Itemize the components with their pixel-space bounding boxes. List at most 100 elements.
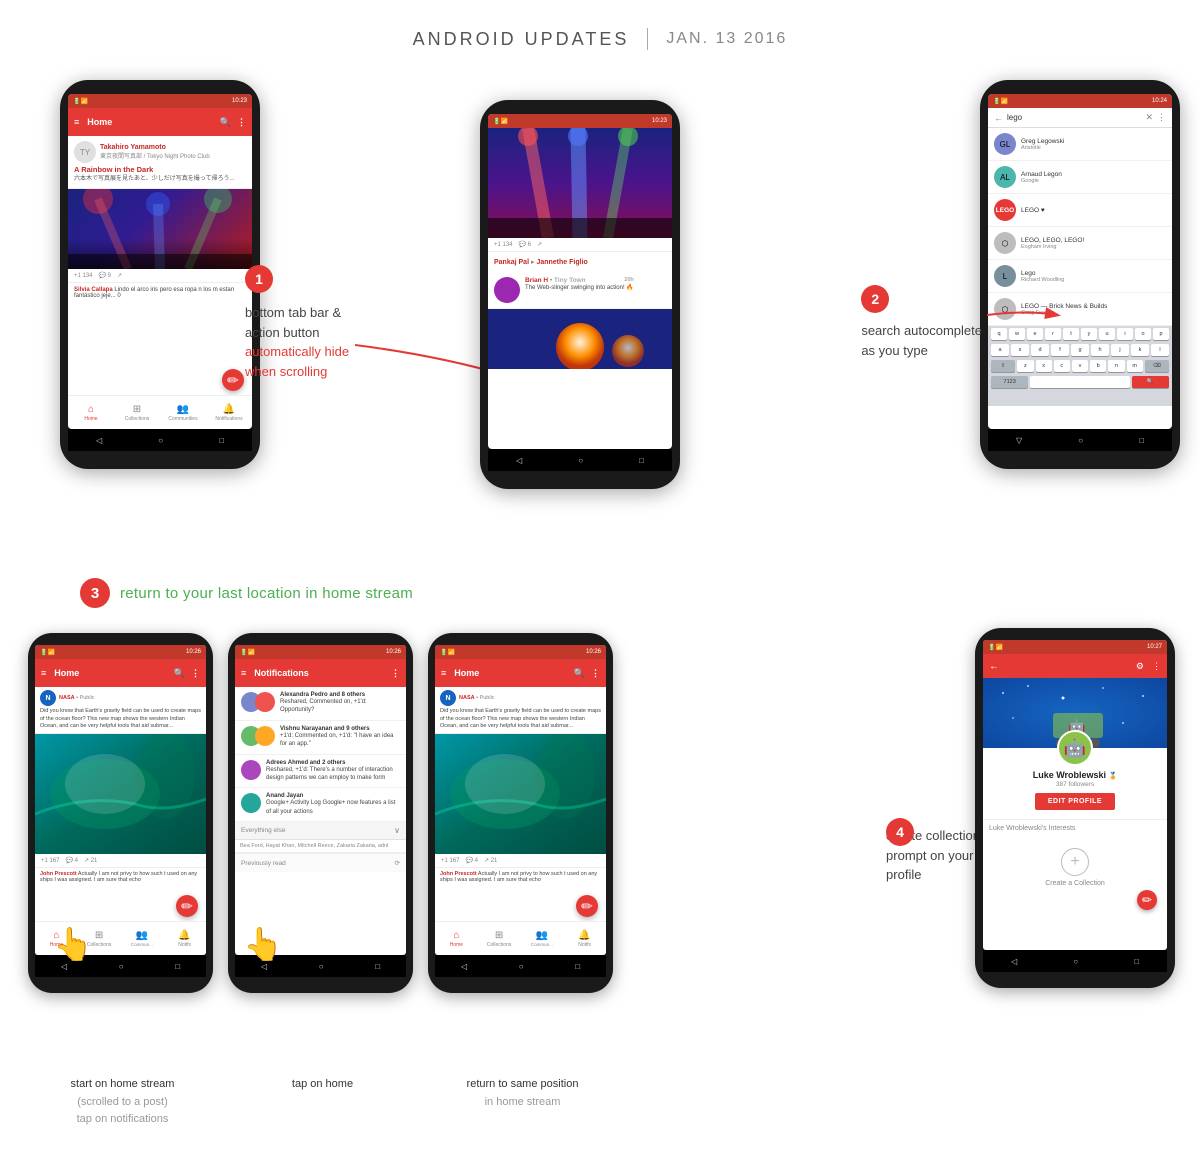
p4-back[interactable]: ◁ (61, 962, 67, 971)
p2-back[interactable]: ◁ (516, 456, 522, 465)
result-name-2: LEGO ♥ (1021, 207, 1045, 214)
search-icon[interactable]: 🔍 (220, 117, 231, 128)
home-button[interactable]: ○ (158, 436, 163, 445)
kb-key-c[interactable]: c (1054, 360, 1070, 372)
p6-recents[interactable]: □ (575, 962, 580, 971)
search-result-2[interactable]: LEGO LEGO ♥ (988, 194, 1172, 227)
p6-search-icon[interactable]: 🔍 (574, 668, 585, 679)
p4-tab-communities[interactable]: 👥 Commun... (121, 930, 164, 947)
profile-back-icon[interactable]: ← (989, 661, 999, 672)
profile-recents-btn[interactable]: □ (1134, 957, 1139, 966)
p2-share-icon[interactable]: ↗ (537, 241, 542, 248)
tab-notifications[interactable]: 🔔 Notifications (206, 404, 252, 422)
search-back-icon[interactable]: ← (994, 113, 1003, 123)
search-query[interactable]: lego (1007, 113, 1141, 122)
p5-home[interactable]: ○ (319, 962, 324, 971)
tab-communities[interactable]: 👥 Communities (160, 404, 206, 422)
back-button[interactable]: ◁ (96, 436, 102, 445)
profile-home-btn[interactable]: ○ (1073, 957, 1078, 966)
annotation-1-line2: action button (245, 323, 349, 343)
p6-more-icon[interactable]: ⋮ (591, 668, 600, 679)
search-result-0[interactable]: GL Greg Legowski Aristotle (988, 128, 1172, 161)
kb-key-p[interactable]: p (1153, 328, 1169, 340)
kb-key-a[interactable]: a (991, 344, 1009, 356)
p2-recents[interactable]: □ (639, 456, 644, 465)
kb-key-z[interactable]: z (1017, 360, 1033, 372)
profile-back-btn[interactable]: ◁ (1011, 957, 1017, 966)
kb-key-y[interactable]: y (1081, 328, 1097, 340)
result-name-0: Greg Legowski (1021, 138, 1064, 145)
kb-key-l[interactable]: l (1151, 344, 1169, 356)
kb-key-i[interactable]: i (1117, 328, 1133, 340)
search-more-icon[interactable]: ⋮ (1157, 112, 1166, 123)
kb-key-s[interactable]: s (1011, 344, 1029, 356)
p4-comment: John Prescott Actually I am not privy to… (35, 868, 206, 886)
kb-space[interactable] (1030, 376, 1129, 388)
create-collection[interactable]: + Create a Collection (989, 838, 1161, 897)
kb-key-j[interactable]: j (1111, 344, 1129, 356)
p4-recents[interactable]: □ (175, 962, 180, 971)
result-info-1: Arnaud Legon Google (1021, 171, 1062, 184)
profile-settings-icon[interactable]: ⚙ (1136, 661, 1144, 672)
p5-back[interactable]: ◁ (261, 962, 267, 971)
kb-search-button[interactable]: 🔍 (1132, 376, 1169, 388)
p6-fab[interactable]: ✏ (576, 895, 598, 917)
p4-tab-home[interactable]: ⌂ Home (35, 930, 78, 948)
tab-collections[interactable]: ⊞ Collections (114, 404, 160, 422)
user-name: Takahiro Yamamoto (100, 144, 210, 151)
header-date: JAN. 13 2016 (666, 30, 787, 48)
profile-fab[interactable]: ✏ (1137, 890, 1157, 910)
result-sub-4: Richard Woodling (1021, 277, 1064, 283)
share-icon[interactable]: ↗ (117, 272, 122, 279)
kb-key-n[interactable]: n (1108, 360, 1124, 372)
recents-button[interactable]: □ (219, 436, 224, 445)
p6-tab-notifications[interactable]: 🔔 Notifs (563, 930, 606, 948)
profile-more-icon[interactable]: ⋮ (1152, 661, 1161, 672)
p3-home[interactable]: ○ (1078, 436, 1083, 445)
p4-search-icon[interactable]: 🔍 (174, 668, 185, 679)
kb-numbers[interactable]: 7123 (991, 376, 1028, 388)
p6-tab-communities[interactable]: 👥 Commun... (521, 930, 564, 947)
p5-more-icon[interactable]: ⋮ (391, 668, 400, 679)
p4-tab-notifications[interactable]: 🔔 Notifs (163, 930, 206, 948)
kb-delete[interactable]: ⌫ (1145, 360, 1169, 372)
kb-key-m[interactable]: m (1127, 360, 1143, 372)
p5-recents[interactable]: □ (375, 962, 380, 971)
p6-home[interactable]: ○ (519, 962, 524, 971)
kb-key-x[interactable]: x (1036, 360, 1052, 372)
kb-key-d[interactable]: d (1031, 344, 1049, 356)
kb-key-h[interactable]: h (1091, 344, 1109, 356)
kb-key-k[interactable]: k (1131, 344, 1149, 356)
p4-tab-collections[interactable]: ⊞ Collections (78, 930, 121, 948)
p4-home[interactable]: ○ (119, 962, 124, 971)
p3-recents[interactable]: □ (1139, 436, 1144, 445)
p6-tab-home[interactable]: ⌂ Home (435, 930, 478, 948)
post-comment-item: Brian H • Tiny Town 20h The Web-slinger … (488, 272, 672, 309)
p2-home[interactable]: ○ (578, 456, 583, 465)
kb-key-o[interactable]: o (1135, 328, 1151, 340)
kb-key-v[interactable]: v (1072, 360, 1088, 372)
search-result-1[interactable]: AL Arnaud Legon Google (988, 161, 1172, 194)
kb-key-b[interactable]: b (1090, 360, 1106, 372)
kb-key-f[interactable]: f (1051, 344, 1069, 356)
more-icon[interactable]: ⋮ (237, 117, 246, 128)
kb-key-u[interactable]: u (1099, 328, 1115, 340)
tab-home[interactable]: ⌂ Home (68, 404, 114, 422)
search-clear-icon[interactable]: ✕ (1145, 112, 1153, 123)
search-result-4[interactable]: L Lego Richard Woodling (988, 260, 1172, 293)
p3-back[interactable]: ▽ (1016, 436, 1022, 445)
search-result-3[interactable]: ⬡ LEGO, LEGO, LEGO! Eogham Irving (988, 227, 1172, 260)
edit-profile-button[interactable]: EDIT PROFILE (1035, 793, 1115, 810)
caption-phone6: return to same position in home stream (430, 1076, 615, 1129)
notif-content-0: Alexandra Pedro and 8 others Reshared, C… (280, 692, 400, 715)
fab-button[interactable]: ✏ (222, 369, 244, 391)
p6-back[interactable]: ◁ (461, 962, 467, 971)
kb-shift[interactable]: ⇧ (991, 360, 1015, 372)
p6-tab-collections[interactable]: ⊞ Collections (478, 930, 521, 948)
section-chevron[interactable]: ∨ (394, 826, 400, 835)
result-avatar-1: AL (994, 166, 1016, 188)
p4-more-icon[interactable]: ⋮ (191, 668, 200, 679)
p4-fab[interactable]: ✏ (176, 895, 198, 917)
search-bar[interactable]: ← lego ✕ ⋮ (988, 108, 1172, 128)
kb-key-g[interactable]: g (1071, 344, 1089, 356)
